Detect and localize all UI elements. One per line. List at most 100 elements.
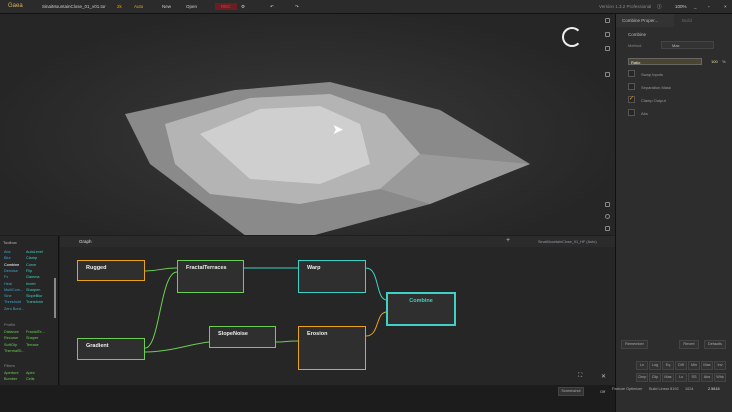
redo-icon[interactable]: ↷: [295, 4, 299, 10]
toolbox-item[interactable]: MultiCom...: [4, 288, 23, 292]
camera-icon[interactable]: [605, 46, 610, 51]
new-button[interactable]: New: [162, 4, 171, 9]
frame-icon[interactable]: [605, 202, 610, 207]
method-select[interactable]: Max: [661, 41, 714, 49]
build-resolution[interactable]: Build Linear 8192: [649, 387, 679, 391]
toolbox-item[interactable]: ThermalSl...: [4, 349, 24, 353]
scrollbar[interactable]: [54, 278, 56, 318]
remember-button[interactable]: Remember: [621, 340, 648, 349]
toolbox-item[interactable]: Heal: [4, 282, 12, 286]
toolbox-item[interactable]: SoftClip: [4, 343, 17, 347]
graph-editor[interactable]: Graph + SinaiMountainClose_01_HF (Auto) …: [60, 236, 615, 385]
help-icon[interactable]: ⓘ: [657, 4, 662, 10]
abs-checkbox[interactable]: [628, 109, 635, 116]
toolbox-item[interactable]: Terrace: [26, 343, 39, 347]
minimize-icon[interactable]: _: [694, 4, 697, 9]
light-icon[interactable]: [605, 32, 610, 37]
gear-icon[interactable]: ⚙: [241, 4, 245, 10]
toolbox-item[interactable]: Combine: [4, 263, 19, 267]
math-key[interactable]: Diff: [675, 361, 687, 370]
mouse-cursor-icon: ➤: [332, 121, 344, 137]
math-key[interactable]: Log: [649, 361, 661, 370]
ratio-value[interactable]: 100: [711, 59, 718, 64]
toolbox-item[interactable]: Curve: [26, 263, 36, 267]
math-key[interactable]: Clmp: [636, 373, 648, 382]
3d-viewport[interactable]: ➤: [0, 14, 615, 239]
screenshot-button[interactable]: Screenshot: [558, 387, 584, 396]
undo-icon[interactable]: ↶: [270, 4, 274, 10]
off-label[interactable]: Off: [600, 389, 605, 394]
toolbox-item[interactable]: FractalTe...: [26, 330, 45, 334]
toolbox-item[interactable]: Aperture: [4, 371, 19, 375]
loading-spinner-icon: [562, 27, 582, 47]
math-key[interactable]: Inv: [714, 361, 726, 370]
math-key[interactable]: Min: [688, 361, 700, 370]
math-key[interactable]: Clip: [649, 373, 661, 382]
toolbox-item[interactable]: Gamma: [26, 275, 40, 279]
toolbox-item[interactable]: Flip: [26, 269, 32, 273]
clamp-output-checkbox[interactable]: ✓: [628, 96, 635, 103]
app-menu[interactable]: Gaea: [8, 3, 23, 9]
filters-section[interactable]: Filters: [4, 363, 15, 368]
toolbox-item[interactable]: Blur: [4, 256, 11, 260]
math-key[interactable]: Eq: [662, 361, 674, 370]
feature-optimizer-button[interactable]: Feature Optimizer: [612, 387, 642, 391]
toolbox-item[interactable]: Fx: [4, 275, 8, 279]
tab-build[interactable]: Build: [676, 14, 698, 27]
toolbox-item[interactable]: Distance: [4, 330, 19, 334]
toolbox-item[interactable]: Bomber: [4, 377, 17, 381]
toolbox-item[interactable]: AutoLevel: [26, 250, 43, 254]
toolbox-item[interactable]: Apex: [26, 371, 35, 375]
toolbox-item[interactable]: SlopeBlur: [26, 294, 42, 298]
zoom-select[interactable]: 100%: [675, 4, 687, 9]
math-key[interactable]: Mas: [662, 373, 674, 382]
mode-select[interactable]: Auto: [134, 4, 143, 9]
toolbox-item[interactable]: Cells: [26, 377, 34, 381]
toolbox-panel: Toolbox Abs AutoLevel Blur Clamp Combine Curv…: [0, 236, 59, 385]
maximize-icon[interactable]: ▫: [708, 4, 710, 9]
node-fractalterraces[interactable]: FractalTerraces: [177, 260, 244, 293]
node-erosion[interactable]: Erosion: [298, 326, 366, 370]
tab-combine-properties[interactable]: Combine Proper...: [616, 14, 674, 27]
toolbox-item[interactable]: Zero Bord...: [4, 307, 24, 311]
separation-mask-checkbox[interactable]: [628, 83, 635, 90]
resolution-select[interactable]: 2k: [117, 4, 122, 9]
ratio-slider[interactable]: Ratio: [628, 58, 702, 65]
node-gradient[interactable]: Gradient: [77, 338, 145, 360]
toolbox-item[interactable]: Clamp: [26, 256, 37, 260]
fit-view-icon[interactable]: ⛶: [578, 373, 582, 380]
grid-icon[interactable]: [605, 226, 610, 231]
math-key[interactable]: Ls: [675, 373, 687, 382]
node-slopenoise[interactable]: SlopeNoise: [209, 326, 276, 348]
open-button[interactable]: Open: [186, 4, 197, 9]
compass-icon[interactable]: [605, 214, 610, 219]
toolbox-item[interactable]: Sharpen: [26, 288, 40, 292]
revert-button[interactable]: Revert: [679, 340, 699, 349]
math-key[interactable]: Whk: [714, 373, 726, 382]
node-rugged[interactable]: Rugged: [77, 260, 145, 281]
math-key[interactable]: SS: [688, 373, 700, 382]
profile-section[interactable]: Profile: [4, 322, 15, 327]
section-header[interactable]: Combine: [628, 32, 646, 37]
node-combine[interactable]: Combine: [387, 293, 455, 325]
close-icon[interactable]: ×: [724, 4, 727, 9]
defaults-button[interactable]: Defaults: [704, 340, 726, 349]
toolbox-item[interactable]: Shaper: [26, 336, 38, 340]
toolbox-item[interactable]: Invert: [26, 282, 36, 286]
collapse-icon[interactable]: ✕: [601, 373, 606, 380]
toolbox-item[interactable]: Recurse: [4, 336, 18, 340]
math-key[interactable]: Abs: [701, 373, 713, 382]
view-icon[interactable]: [605, 18, 610, 23]
math-key[interactable]: Ln: [636, 361, 648, 370]
toolbox-item[interactable]: Sine: [4, 294, 12, 298]
toolbox-item[interactable]: Denoise: [4, 269, 18, 273]
toolbox-item[interactable]: Transform: [26, 300, 43, 304]
swap-inputs-checkbox[interactable]: [628, 70, 635, 77]
record-button[interactable]: REC: [215, 3, 237, 10]
toolbox-item[interactable]: Threshold: [4, 300, 21, 304]
node-warp[interactable]: Warp: [298, 260, 366, 293]
method-label: Method: [628, 43, 642, 48]
toolbox-item[interactable]: Abs: [4, 250, 11, 254]
sun-icon[interactable]: [605, 72, 610, 77]
math-key[interactable]: Max: [701, 361, 713, 370]
